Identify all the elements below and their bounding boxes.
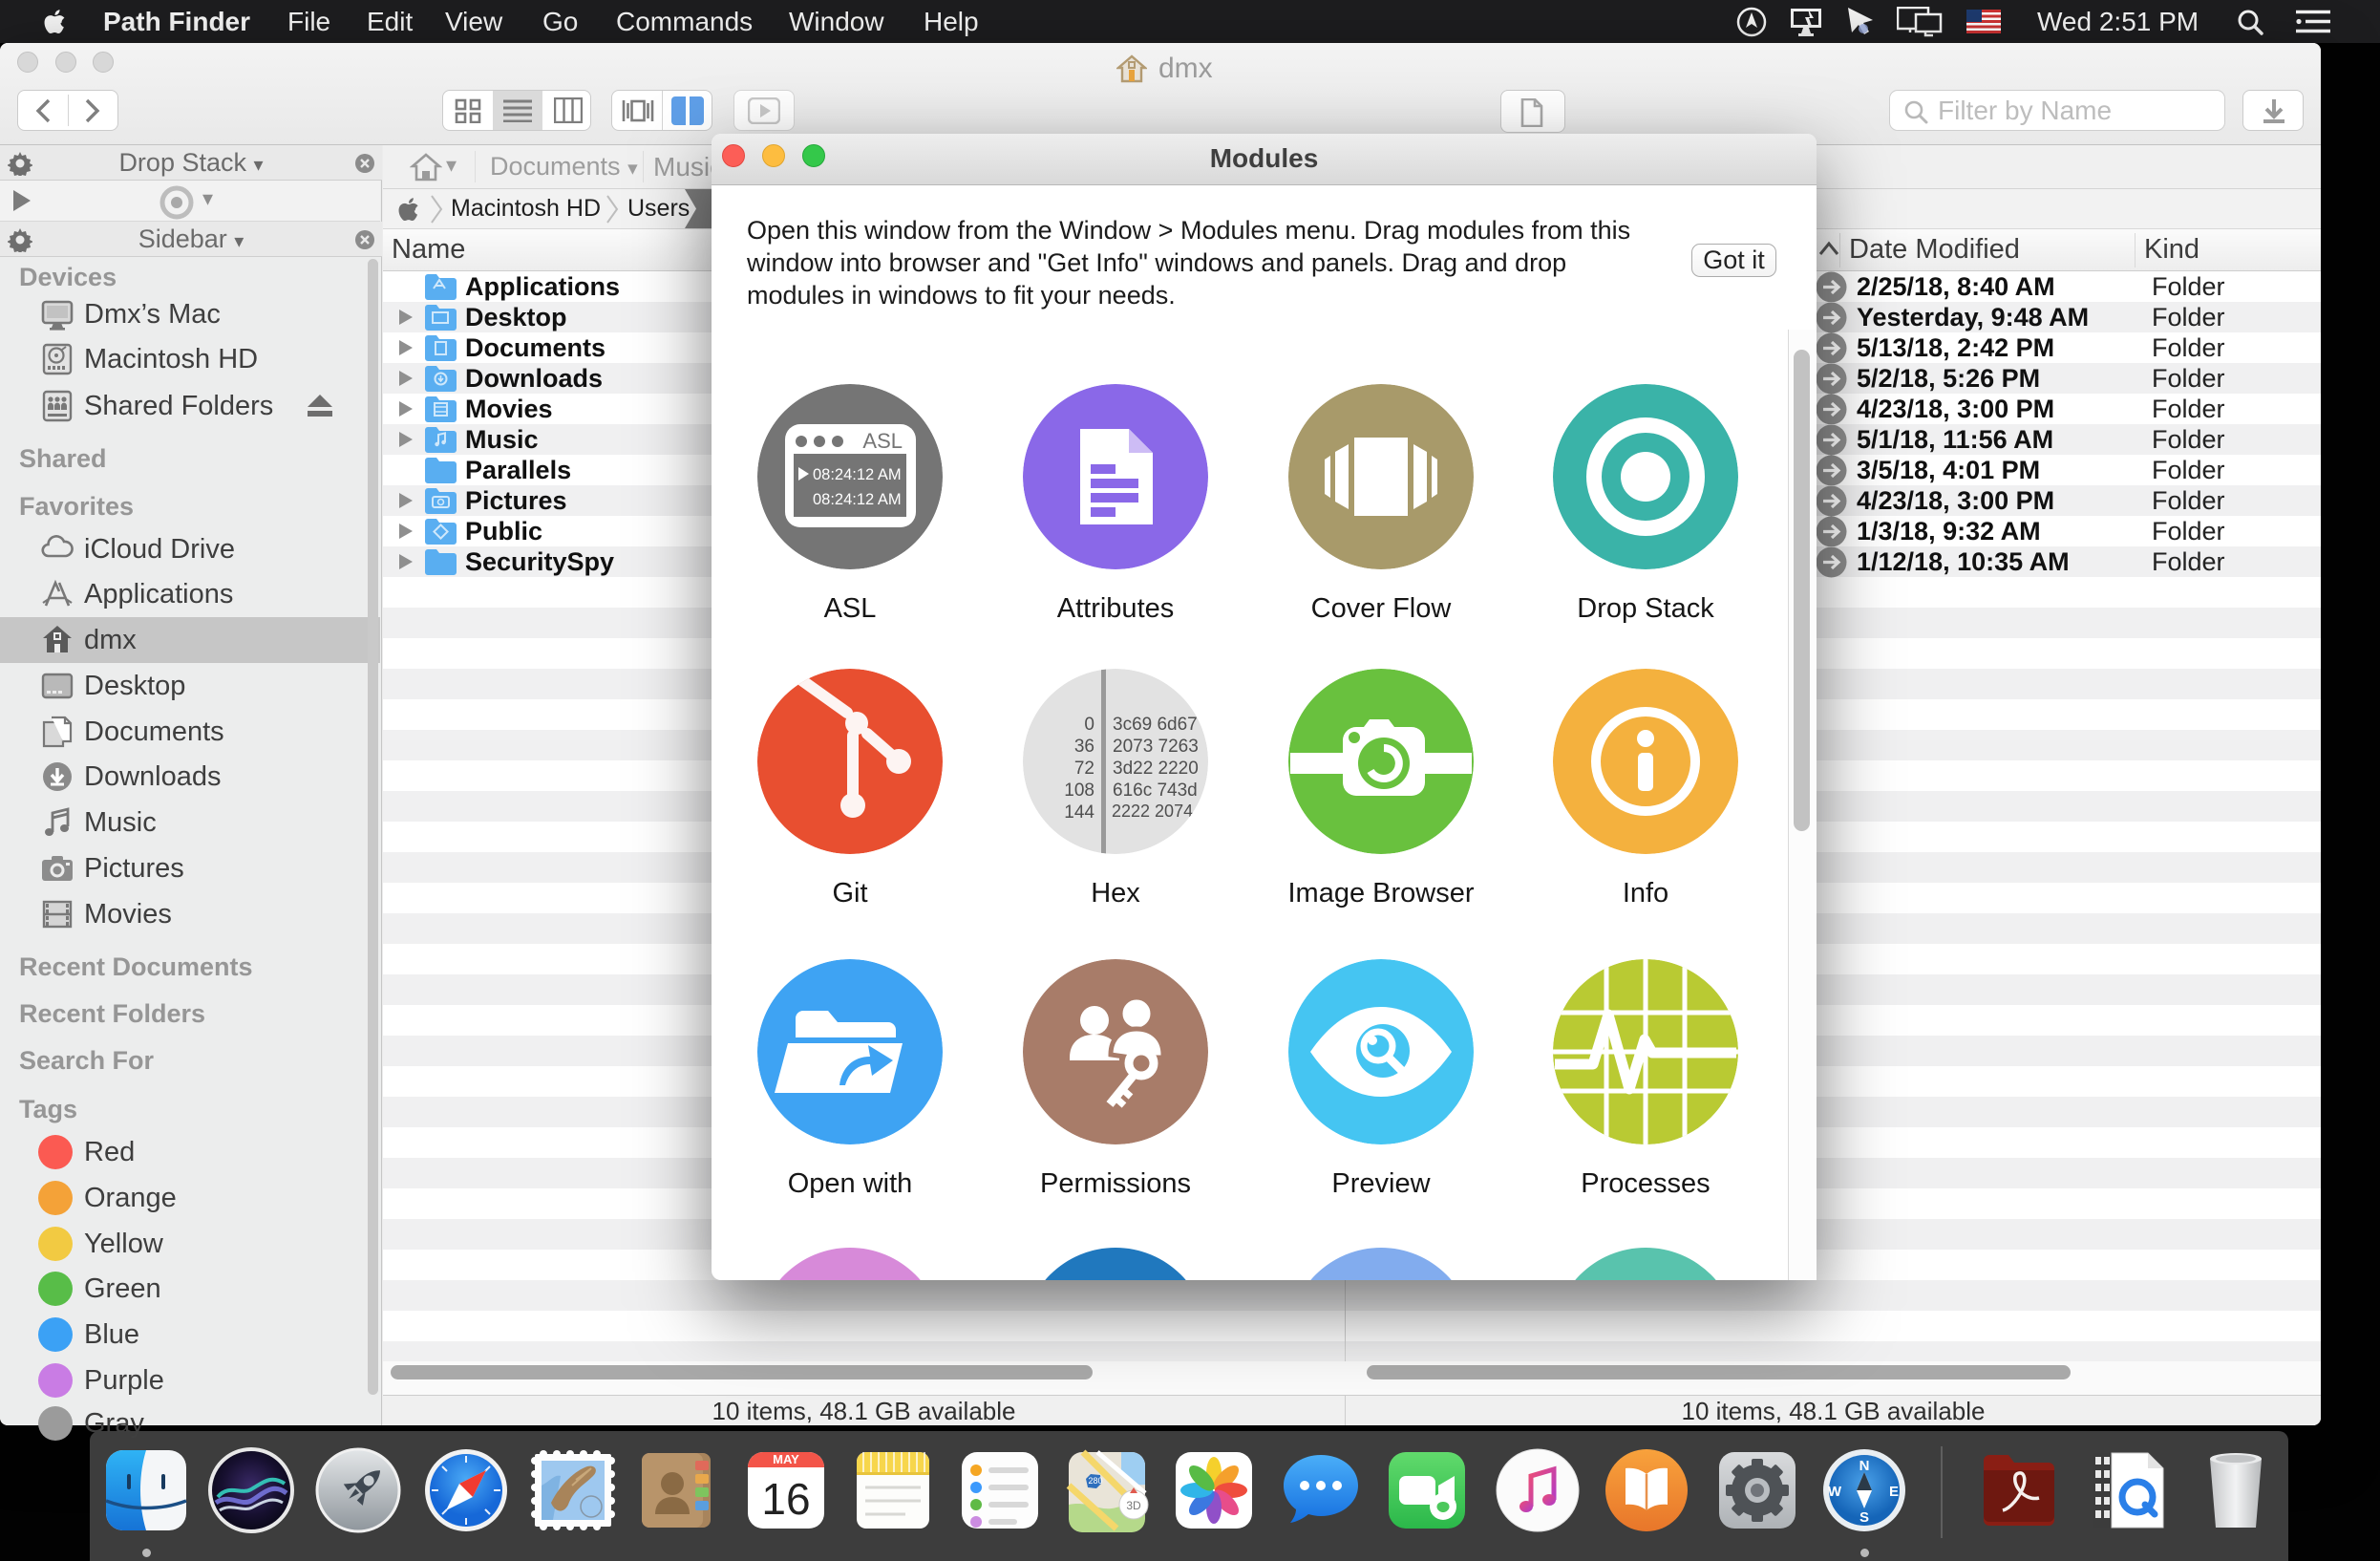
- svg-text:0: 0: [1084, 715, 1094, 735]
- svg-text:72: 72: [1074, 759, 1094, 779]
- svg-text:3D: 3D: [1126, 1499, 1141, 1512]
- svg-text:280: 280: [1088, 1476, 1102, 1486]
- svg-text:ASL: ASL: [862, 429, 903, 453]
- svg-text:616c 743d: 616c 743d: [1113, 780, 1198, 801]
- svg-text:W: W: [1828, 1484, 1842, 1500]
- svg-text:2222 2074: 2222 2074: [1112, 802, 1193, 821]
- svg-text:MAY: MAY: [773, 1452, 799, 1466]
- svg-text:S: S: [1859, 1509, 1869, 1526]
- svg-text:E: E: [1889, 1484, 1899, 1500]
- svg-text:08:24:12 AM: 08:24:12 AM: [813, 466, 902, 483]
- svg-text:2073 7263: 2073 7263: [1113, 737, 1199, 757]
- svg-text:3d22 2220: 3d22 2220: [1113, 759, 1199, 779]
- svg-text:N: N: [1859, 1458, 1870, 1474]
- svg-text:36: 36: [1074, 737, 1094, 757]
- svg-text:08:24:12 AM: 08:24:12 AM: [813, 491, 902, 508]
- svg-text:144: 144: [1064, 802, 1094, 823]
- svg-text:16: 16: [761, 1474, 810, 1524]
- svg-text:108: 108: [1064, 780, 1094, 801]
- svg-text:3c69 6d67: 3c69 6d67: [1113, 715, 1198, 735]
